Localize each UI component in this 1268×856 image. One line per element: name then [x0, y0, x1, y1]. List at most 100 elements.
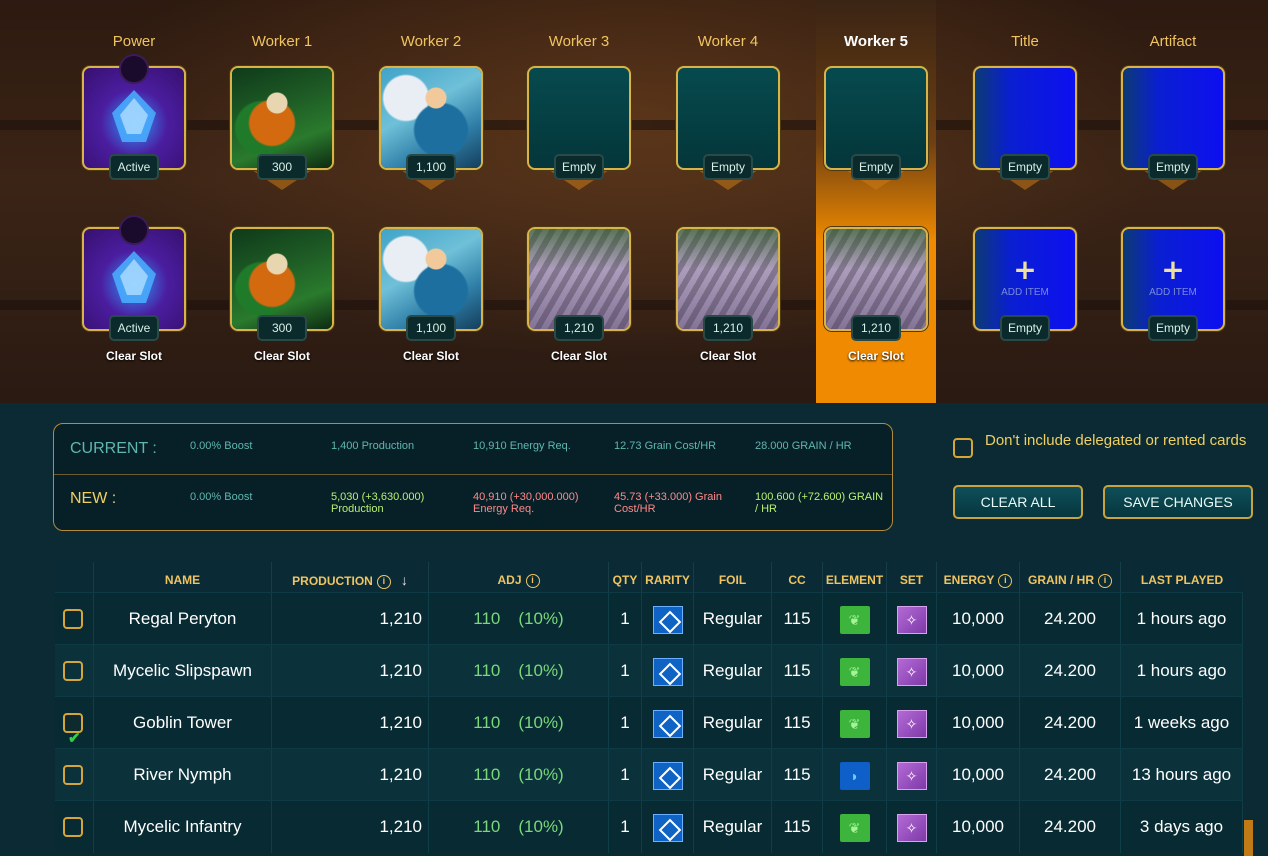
cell-foil: Regular [694, 801, 772, 853]
table-row[interactable]: Regal Peryton 1,210 110 (10%) 1 Regular 115 ❦ ✧ 1… [55, 592, 1243, 645]
table-row[interactable]: ✔ Goblin Tower 1,210 110 (10%) 1 Regular 115 ❦ ✧ 1… [55, 696, 1243, 749]
cell-production: 1,210 [272, 645, 429, 697]
cell-element: ◗ [823, 749, 887, 801]
new-slot-2[interactable]: 300 [230, 227, 334, 341]
save-changes-button[interactable]: SAVE CHANGES [1103, 485, 1253, 519]
clear-slot-button[interactable]: Clear Slot [230, 349, 334, 363]
slot-badge: 300 [257, 315, 307, 341]
table-scrollbar[interactable] [1244, 820, 1253, 856]
table-row[interactable]: Mycelic Infantry 1,210 110 (10%) 1 Regular 115… [55, 800, 1243, 853]
current-slot-1[interactable]: Active [82, 54, 186, 180]
stats-panel: CURRENT : NEW : 0.00% Boost 1,400 Produc… [53, 423, 893, 531]
cell-element: ❦ [823, 593, 887, 645]
cell-production: 1,210 [272, 801, 429, 853]
row-select-cell [55, 749, 94, 801]
cards-table: NAME PRODUCTION i ↓ ADJ i QTY RARITY FOIL C… [55, 562, 1243, 856]
current-slot-2[interactable]: 300 [230, 66, 334, 180]
cell-set: ✧ [887, 645, 937, 697]
rarity-icon [652, 709, 683, 738]
earth-element-icon: ❦ [839, 813, 870, 842]
clear-slot-button[interactable]: Clear Slot [527, 349, 631, 363]
column-header-3[interactable]: Worker 2 [357, 33, 505, 50]
cell-production: 1,210 [272, 697, 429, 749]
cell-grain-hr: 24.200 [1020, 749, 1121, 801]
exclude-delegated-checkbox[interactable] [953, 438, 973, 458]
new-slot-5[interactable]: 1,210 [676, 227, 780, 341]
column-header-4[interactable]: Worker 3 [505, 33, 653, 50]
slot-badge: 1,100 [406, 315, 456, 341]
plus-icon: + [1161, 253, 1185, 286]
header-production-label: PRODUCTION [292, 574, 373, 588]
adj-value: 110 [473, 661, 501, 680]
cell-set: ✧ [887, 749, 937, 801]
current-slot-6[interactable]: Empty [824, 66, 928, 180]
current-boost: 0.00% Boost [190, 440, 253, 452]
cell-foil: Regular [694, 697, 772, 749]
new-boost: 0.00% Boost [190, 491, 253, 503]
cell-energy: 10,000 [937, 645, 1020, 697]
clear-all-button[interactable]: CLEAR ALL [953, 485, 1083, 519]
column-header-2[interactable]: Worker 1 [208, 33, 356, 50]
row-checkbox[interactable] [63, 817, 83, 837]
header-set-label: SET [899, 573, 924, 587]
current-grain-cost: 12.73 Grain Cost/HR [614, 440, 717, 452]
current-label: CURRENT : [70, 440, 157, 457]
current-slot-4[interactable]: Empty [527, 66, 631, 180]
rarity-icon [652, 761, 683, 790]
clear-slot-button[interactable]: Clear Slot [379, 349, 483, 363]
cell-cc: 115 [772, 697, 823, 749]
slot-badge: Empty [999, 154, 1051, 180]
info-icon[interactable]: i [525, 573, 540, 588]
new-slot-8[interactable]: + ADD ITEM Empty [1121, 227, 1225, 341]
slot-badge: 1,210 [554, 315, 604, 341]
slot-badge: 1,100 [406, 154, 456, 180]
set-icon: ✧ [896, 813, 927, 842]
cell-name: Regal Peryton [94, 593, 272, 645]
cell-last-played: 13 hours ago [1121, 749, 1243, 801]
adj-percent: (10%) [518, 817, 564, 836]
info-icon[interactable]: i [998, 573, 1013, 588]
cell-rarity [642, 645, 694, 697]
sort-desc-icon[interactable]: ↓ [401, 572, 408, 588]
table-row[interactable]: River Nymph 1,210 110 (10%) 1 Regular 115 ◗ ✧ 10,… [55, 748, 1243, 801]
row-checkbox[interactable] [63, 661, 83, 681]
new-grain-cost: 45.73 (+33.000) Grain Cost/HR [614, 491, 722, 515]
new-slot-7[interactable]: + ADD ITEM Empty [973, 227, 1077, 341]
cell-cc: 115 [772, 593, 823, 645]
cell-adj: 110 (10%) [429, 697, 609, 749]
column-header-7[interactable]: Title [951, 33, 1099, 50]
info-icon[interactable]: i [1098, 573, 1112, 588]
new-slot-6[interactable]: 1,210 [824, 227, 928, 341]
info-icon[interactable]: i [376, 574, 391, 589]
cell-cc: 115 [772, 801, 823, 853]
header-element-label: ELEMENT [825, 573, 884, 587]
adj-percent: (10%) [518, 661, 564, 680]
clear-slot-button[interactable]: Clear Slot [676, 349, 780, 363]
table-row[interactable]: Mycelic Slipspawn 1,210 110 (10%) 1 Regular 11… [55, 644, 1243, 697]
header-adj-label: ADJ [497, 573, 522, 587]
new-slot-1[interactable]: Active [82, 215, 186, 341]
header-name-label: NAME [164, 573, 201, 587]
current-slot-3[interactable]: 1,100 [379, 66, 483, 180]
cell-foil: Regular [694, 593, 772, 645]
clear-slot-button[interactable]: Clear Slot [82, 349, 186, 363]
column-header-5[interactable]: Worker 4 [654, 33, 802, 50]
current-slot-5[interactable]: Empty [676, 66, 780, 180]
cell-set: ✧ [887, 801, 937, 853]
cell-foil: Regular [694, 645, 772, 697]
row-checkbox[interactable] [63, 609, 83, 629]
rarity-icon [652, 605, 683, 634]
new-slot-4[interactable]: 1,210 [527, 227, 631, 341]
clear-slot-button[interactable]: Clear Slot [824, 349, 928, 363]
column-header-8[interactable]: Artifact [1099, 33, 1247, 50]
current-slot-8[interactable]: Empty [1121, 66, 1225, 180]
row-checkbox[interactable] [63, 765, 83, 785]
cell-qty: 1 [609, 593, 642, 645]
column-header-1[interactable]: Power [60, 33, 208, 50]
current-slot-7[interactable]: Empty [973, 66, 1077, 180]
row-checkbox[interactable]: ✔ [63, 713, 83, 747]
column-header-6[interactable]: Worker 5 [802, 33, 950, 50]
new-slot-3[interactable]: 1,100 [379, 227, 483, 341]
row-select-cell [55, 645, 94, 697]
cell-grain-hr: 24.200 [1020, 697, 1121, 749]
